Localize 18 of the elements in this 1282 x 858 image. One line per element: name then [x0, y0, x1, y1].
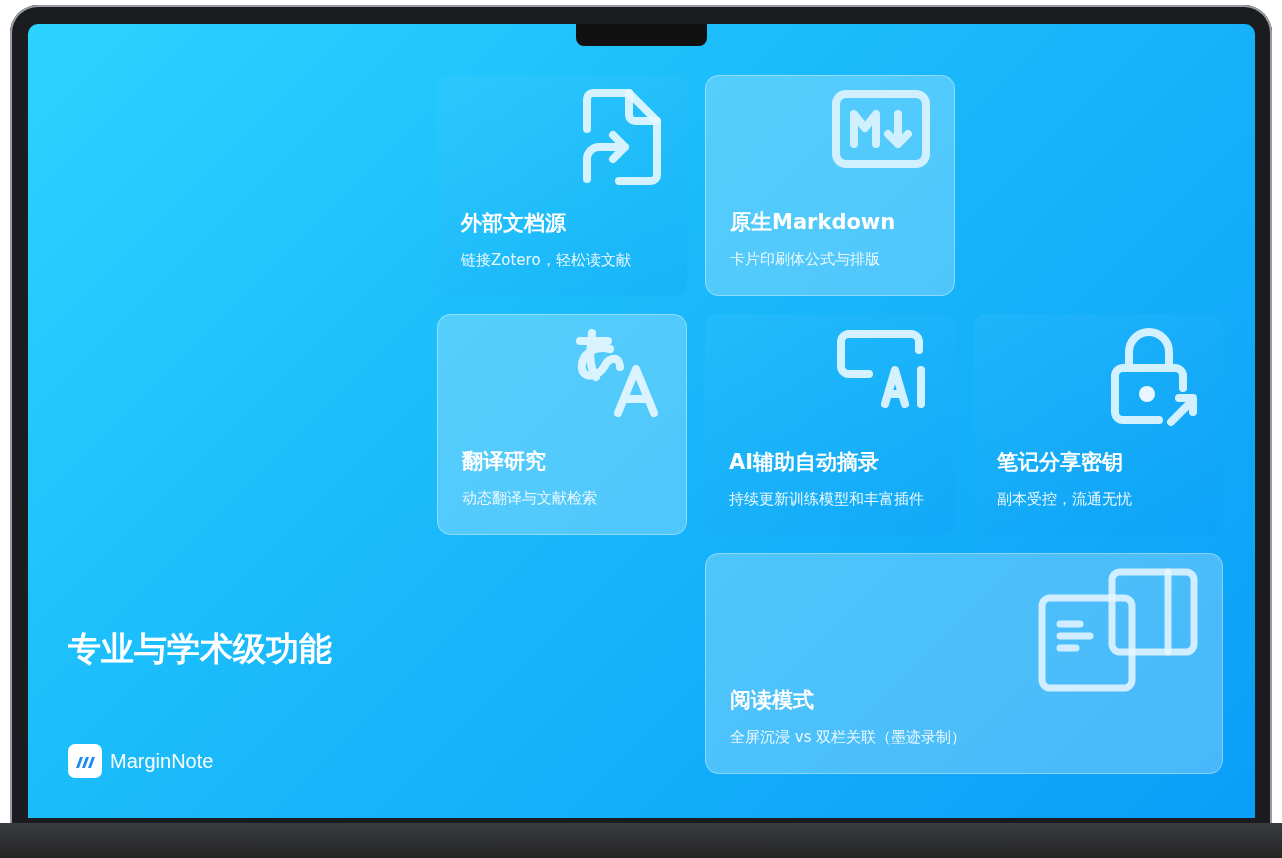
app-logo-icon	[68, 744, 102, 778]
markdown-icon	[832, 90, 930, 168]
card-subtitle: 持续更新训练模型和丰富插件	[729, 490, 925, 509]
app-name: MarginNote	[110, 749, 214, 773]
lock-share-icon	[1109, 328, 1199, 428]
card-title: 外部文档源	[461, 210, 567, 237]
card-subtitle: 动态翻译与文献检索	[462, 489, 598, 508]
card-subtitle: 全屏沉浸 vs 双栏关联（墨迹录制）	[730, 728, 968, 747]
card-subtitle: 副本受控，流通无忧	[997, 490, 1133, 509]
card-title: 翻译研究	[462, 448, 547, 475]
card-title: AI辅助自动摘录	[729, 449, 881, 476]
card-title: 原生Markdown	[730, 209, 897, 236]
card-title: 笔记分享密钥	[997, 449, 1124, 476]
card-subtitle: 链接Zotero，轻松读文献	[461, 251, 632, 270]
two-panes-icon	[1038, 568, 1198, 692]
card-title: 阅读模式	[730, 687, 815, 714]
slide-heading: 专业与学术级功能	[68, 628, 333, 670]
card-subtitle: 卡片印刷体公式与排版	[730, 250, 881, 269]
